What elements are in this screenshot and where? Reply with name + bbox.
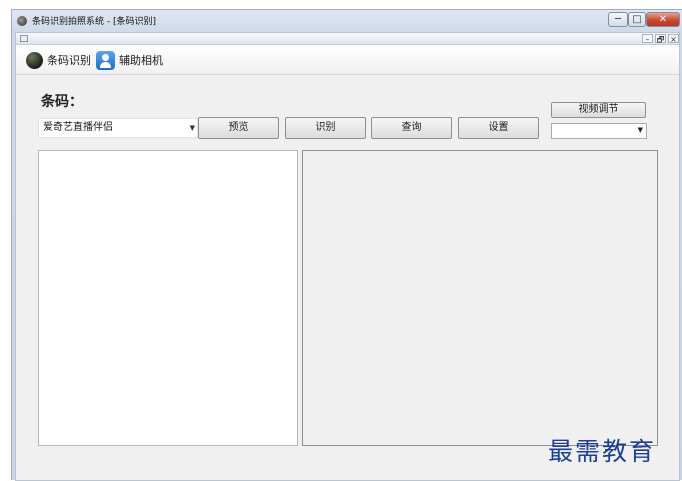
toolbar: 条码识别 辅助相机 — [16, 45, 679, 75]
minimize-button[interactable]: ─ — [608, 12, 628, 27]
mdi-caption-bar: – 🗗 × — [16, 33, 679, 45]
mdi-child-window: – 🗗 × 条码识别 辅助相机 条码： 爱奇艺直播伴侣 ▼ 预览 识别 查询 设… — [15, 32, 680, 481]
video-source-select[interactable]: 爱奇艺直播伴侣 ▼ — [38, 118, 198, 138]
query-button[interactable]: 查询 — [371, 117, 452, 139]
video-option-select[interactable]: ▼ — [551, 123, 647, 139]
window-title: 条码识别拍照系统 - [条码识别] — [32, 17, 156, 27]
user-icon — [96, 50, 115, 70]
toolbar-barcode-label: 条码识别 — [47, 54, 91, 67]
close-button[interactable]: ✕ — [646, 12, 680, 27]
mdi-system-icon[interactable] — [20, 35, 28, 42]
barcode-ball-icon — [26, 51, 43, 69]
toolbar-barcode-recognition[interactable]: 条码识别 — [26, 50, 91, 70]
maximize-button[interactable]: □ — [628, 12, 646, 27]
preview-button[interactable]: 预览 — [198, 117, 279, 139]
video-adjust-button[interactable]: 视频调节 — [551, 102, 646, 118]
mdi-minimize-button[interactable]: – — [642, 34, 653, 44]
video-source-value: 爱奇艺直播伴侣 — [43, 122, 113, 133]
toolbar-camera-label: 辅助相机 — [119, 54, 163, 67]
camera-preview-panel — [302, 150, 658, 446]
app-window: 条码识别拍照系统 - [条码识别] ─ □ ✕ – 🗗 × 条码识别 辅助相机 … — [11, 9, 682, 481]
mdi-restore-button[interactable]: 🗗 — [655, 34, 666, 44]
recognize-button[interactable]: 识别 — [285, 117, 366, 139]
toolbar-aux-camera[interactable]: 辅助相机 — [96, 50, 163, 70]
chevron-down-icon[interactable]: ▼ — [638, 126, 643, 134]
mdi-close-button[interactable]: × — [668, 34, 679, 44]
barcode-label: 条码： — [41, 94, 83, 110]
settings-button[interactable]: 设置 — [458, 117, 539, 139]
watermark-text: 最需教育 — [548, 437, 657, 466]
result-list-panel[interactable] — [38, 150, 298, 446]
app-icon — [17, 16, 27, 26]
chevron-down-icon[interactable]: ▼ — [190, 119, 195, 137]
